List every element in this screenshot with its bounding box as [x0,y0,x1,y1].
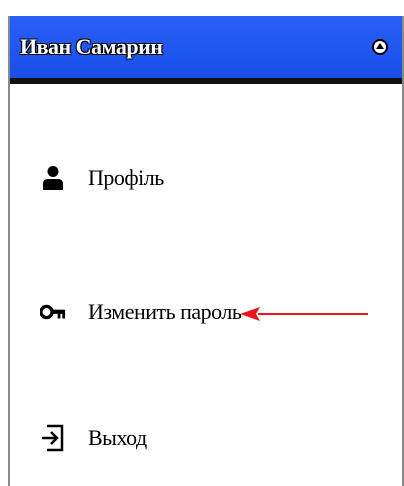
user-menu-header[interactable]: Иван Самарин [10,16,402,84]
menu-item-change-password[interactable]: Изменить пароль [40,298,242,326]
chevron-up-icon[interactable] [372,39,388,55]
key-icon [40,298,66,326]
menu-item-label: Изменить пароль [88,299,242,324]
logout-icon [40,424,66,452]
menu-item-label: Профіль [88,165,164,190]
menu-item-profile[interactable]: Профіль [40,164,164,192]
arrow-left-icon [240,307,368,321]
menu-item-label: Выход [88,425,147,450]
user-icon [40,164,66,192]
user-menu-panel: Иван Самарин Профіль Изменить пароль Вых… [8,16,404,486]
user-name: Иван Самарин [20,34,163,59]
menu-item-logout[interactable]: Выход [40,424,147,452]
